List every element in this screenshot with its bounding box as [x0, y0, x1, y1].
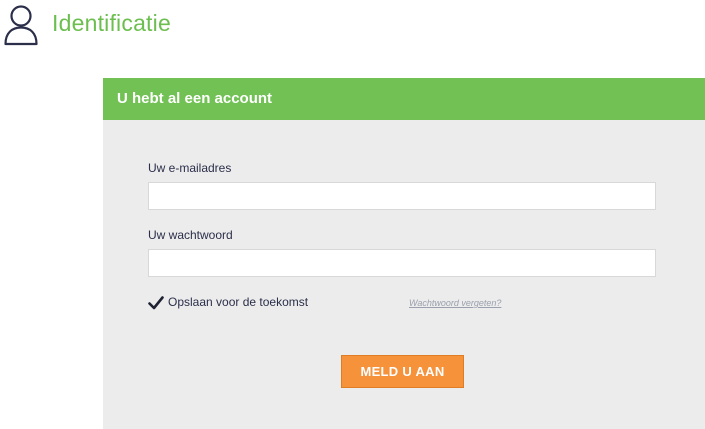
login-panel: U hebt al een account Uw e-mailadres Uw …	[103, 78, 705, 429]
page-title: Identificatie	[52, 10, 171, 36]
panel-header: U hebt al een account	[103, 78, 705, 120]
forgot-password-link[interactable]: Wachtwoord vergeten?	[409, 298, 501, 308]
panel-title: U hebt al een account	[117, 90, 273, 107]
email-label: Uw e-mailadres	[148, 161, 232, 175]
password-field[interactable]	[148, 249, 656, 277]
checkmark-icon[interactable]	[148, 295, 164, 311]
login-button[interactable]: MELD U AAN	[341, 355, 464, 388]
password-label: Uw wachtwoord	[148, 228, 233, 242]
page-header: Identificatie	[0, 0, 705, 50]
user-icon	[3, 4, 39, 46]
remember-row: Opslaan voor de toekomst Wachtwoord verg…	[148, 293, 668, 313]
remember-checkbox-label[interactable]: Opslaan voor de toekomst	[168, 295, 308, 309]
email-field[interactable]	[148, 182, 656, 210]
